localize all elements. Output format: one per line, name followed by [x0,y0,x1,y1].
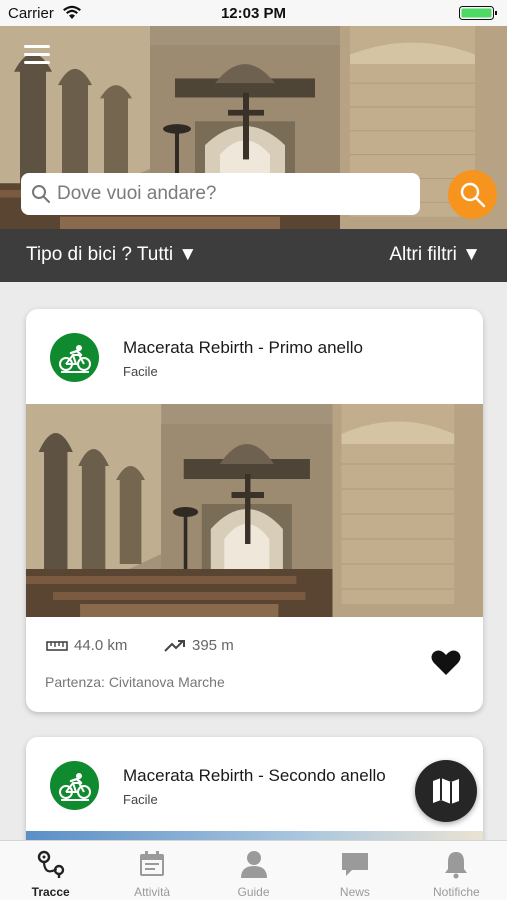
tab-attivita[interactable]: Attività [101,841,202,900]
header-hero [0,26,507,229]
difficulty-badge [50,333,99,382]
search-icon [32,185,50,203]
calendar-icon [140,851,165,876]
cyclist-icon [58,772,91,801]
track-image [26,404,483,617]
route-icon [37,850,64,878]
tab-news[interactable]: News [304,841,405,900]
tab-label: Attività [134,885,171,899]
ruler-icon [46,640,68,651]
distance-value: 44.0 km [74,637,128,654]
more-filters-button[interactable]: Altri filtri ▼ [389,244,481,266]
status-bar: Carrier 12:03 PM [0,0,507,26]
search-input[interactable] [57,183,407,205]
search-bar [21,173,420,215]
track-difficulty: Facile [123,792,158,807]
elevation-value: 395 m [192,637,234,654]
filter-bar: Tipo di bici ? Tutti ▼ Altri filtri ▼ [0,229,507,282]
church-interior-image [26,404,483,617]
tab-label: Tracce [31,885,70,899]
heart-icon[interactable] [431,649,461,677]
map-icon [433,778,459,804]
tab-notifiche[interactable]: Notifiche [406,841,507,900]
tab-label: Guide [237,885,270,899]
search-icon [460,182,485,207]
bike-type-filter[interactable]: Tipo di bici ? Tutti ▼ [26,244,197,266]
person-icon [240,851,267,878]
map-view-button[interactable] [415,760,477,822]
trending-up-icon [164,639,185,652]
track-distance: 44.0 km [46,637,127,654]
track-card[interactable]: Macerata Rebirth - Primo anello Facile 4… [26,309,483,712]
tab-bar: Tracce Attività Guide News Notifiche [0,840,507,900]
tab-label: News [339,885,370,899]
hamburger-menu-icon[interactable] [22,42,52,66]
track-title: Macerata Rebirth - Primo anello [123,338,363,357]
search-button[interactable] [448,170,497,219]
tab-guide[interactable]: Guide [203,841,304,900]
chat-icon [341,853,368,876]
bell-icon [445,852,468,879]
tab-label: Notifiche [432,885,480,899]
cyclist-icon [58,344,91,373]
battery-icon [459,6,497,20]
tab-tracce[interactable]: Tracce [0,841,101,900]
track-departure: Partenza: Civitanova Marche [45,674,225,690]
track-title: Macerata Rebirth - Secondo anello [123,766,386,785]
difficulty-badge [50,761,99,810]
track-difficulty: Facile [123,364,158,379]
track-elevation: 395 m [164,637,234,654]
clock-label: 12:03 PM [220,5,287,22]
